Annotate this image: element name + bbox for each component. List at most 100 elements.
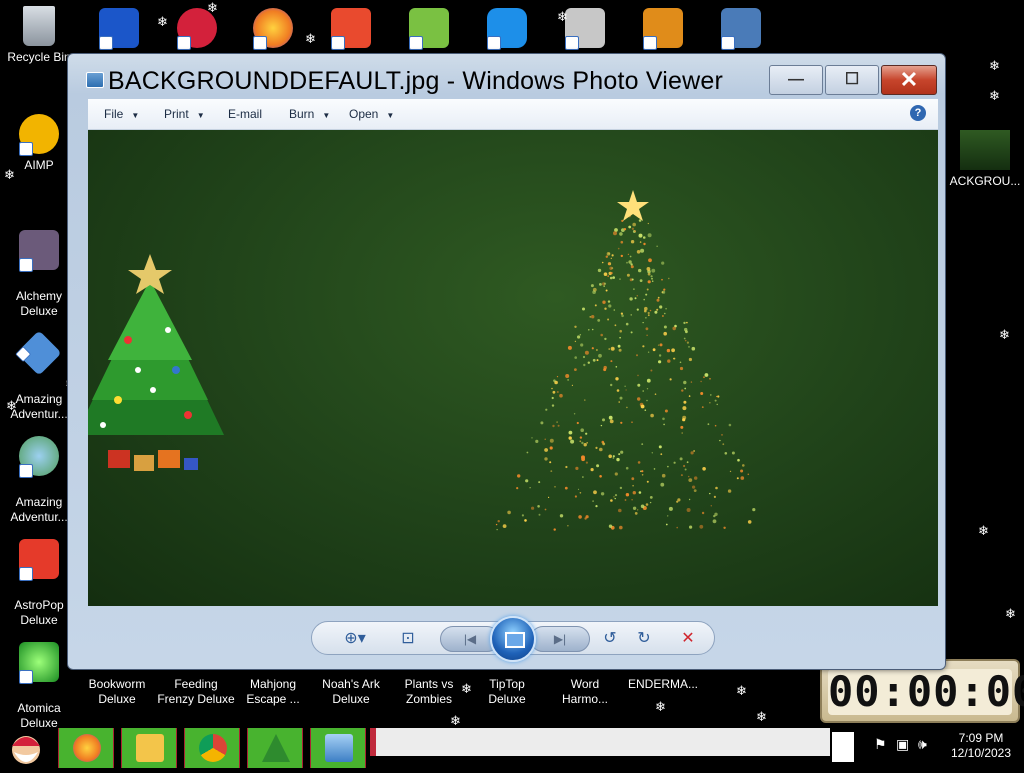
taskbar-chrome[interactable] bbox=[184, 728, 240, 768]
desktop-icon-top-4[interactable] bbox=[312, 8, 390, 52]
sparkle-dot bbox=[627, 253, 629, 255]
sparkle-dot bbox=[593, 490, 597, 495]
next-button[interactable]: ▶| bbox=[530, 626, 590, 652]
sparkle-dot bbox=[691, 346, 696, 351]
sparkle-dot bbox=[709, 402, 711, 404]
sparkle-dot bbox=[637, 397, 641, 401]
sparkle-dot bbox=[611, 254, 614, 257]
desktop-icon-feeding-frenzy-deluxe[interactable]: Feeding Frenzy Deluxe bbox=[156, 677, 236, 707]
sparkle-dot bbox=[682, 406, 687, 411]
taskbar-christmas-tree[interactable] bbox=[247, 728, 303, 768]
taskbar-file-explorer[interactable] bbox=[121, 728, 177, 768]
sparkle-dot bbox=[656, 245, 658, 247]
sparkle-dot bbox=[568, 436, 572, 440]
sparkle-dot bbox=[626, 261, 628, 264]
show-desktop-button[interactable] bbox=[832, 732, 854, 762]
taskbar-clock-date[interactable]: 12/10/2023 bbox=[946, 746, 1016, 760]
desktop-icon-enderman[interactable]: ENDERMA... bbox=[624, 677, 702, 692]
rotate-counterclockwise-button[interactable]: ↺ bbox=[598, 629, 622, 649]
desktop-icon-top-3[interactable] bbox=[234, 8, 312, 52]
sparkle-dot bbox=[620, 421, 623, 424]
sparkle-dot bbox=[649, 496, 653, 499]
taskbar-firefox[interactable] bbox=[58, 728, 114, 768]
menu-item-label: Burn bbox=[289, 107, 315, 121]
minimize-button[interactable]: — bbox=[769, 65, 823, 95]
fit-window-button[interactable]: ⊡ bbox=[396, 629, 420, 649]
sparkle-dot bbox=[731, 451, 735, 455]
sparkle-dot bbox=[595, 446, 598, 449]
sparkle-dot bbox=[634, 512, 638, 515]
menu-burn[interactable]: Burn ▼ bbox=[289, 107, 330, 121]
menu-email[interactable]: E-mail bbox=[228, 107, 262, 121]
taskbar-clock-time[interactable]: 7:09 PM bbox=[950, 731, 1012, 745]
help-icon[interactable]: ? bbox=[910, 105, 926, 121]
delete-button[interactable]: ✕ bbox=[676, 629, 700, 649]
sparkle-dot bbox=[544, 508, 547, 511]
sparkle-dot bbox=[632, 484, 634, 487]
close-button[interactable]: ✕ bbox=[881, 65, 937, 95]
desktop-icon-top-6[interactable] bbox=[468, 8, 546, 52]
sparkle-dot bbox=[603, 282, 607, 285]
zoom-button[interactable]: ⊕▾ bbox=[338, 629, 372, 649]
rotate-clockwise-button[interactable]: ↻ bbox=[632, 629, 656, 649]
volume-icon[interactable]: 🕪 bbox=[918, 736, 927, 753]
desktop-icon-plants-vs-zombies[interactable]: Plants vs Zombies bbox=[390, 677, 468, 707]
next-icon: ▶| bbox=[553, 632, 567, 646]
sparkle-dot bbox=[650, 275, 653, 278]
start-button[interactable] bbox=[4, 728, 48, 768]
desktop-icon-background-file[interactable]: ACKGROU... bbox=[946, 130, 1024, 189]
sparkle-dot bbox=[609, 419, 614, 424]
taskbar-search-box[interactable] bbox=[370, 728, 830, 756]
sparkle-dot bbox=[597, 319, 601, 322]
sparkle-dot bbox=[631, 227, 635, 230]
taskbar-photo-viewer[interactable] bbox=[310, 728, 366, 768]
sparkle-dot bbox=[607, 318, 610, 321]
sparkle-dot bbox=[538, 481, 541, 484]
sparkle-dot bbox=[737, 458, 740, 462]
desktop-icon-top-8[interactable] bbox=[624, 8, 702, 52]
photo-viewer-window[interactable]: BACKGROUNDDEFAULT.jpg - Windows Photo Vi… bbox=[67, 53, 946, 670]
sparkle-dot bbox=[549, 438, 554, 443]
image-display-area[interactable] bbox=[88, 130, 938, 606]
sparkle-dot bbox=[574, 495, 577, 498]
sparkle-dot bbox=[556, 391, 559, 393]
sparkle-dot bbox=[653, 468, 656, 470]
desktop-icon-tiptop-deluxe[interactable]: TipTop Deluxe bbox=[468, 677, 546, 707]
desktop-icon-word-harmony[interactable]: Word Harmo... bbox=[546, 677, 624, 707]
sparkle-dot bbox=[614, 324, 617, 327]
sparkle-dot bbox=[684, 339, 687, 342]
menu-file[interactable]: File ▼ bbox=[104, 107, 139, 121]
menu-open[interactable]: Open ▼ bbox=[349, 107, 394, 121]
desktop-icon-mahjong-escape[interactable]: Mahjong Escape ... bbox=[234, 677, 312, 707]
flag-icon[interactable]: ⚑ bbox=[874, 736, 887, 753]
sparkle-dot bbox=[591, 315, 595, 319]
sparkle-dot bbox=[636, 354, 638, 357]
desktop-icon-top-5[interactable] bbox=[390, 8, 468, 52]
christmas-tree-icon bbox=[262, 734, 290, 762]
sparkle-dot bbox=[716, 395, 718, 398]
desktop-icon-top-2[interactable] bbox=[158, 8, 236, 52]
desktop-icon-top-9[interactable] bbox=[702, 8, 780, 52]
network-icon[interactable]: ▣ bbox=[896, 736, 909, 753]
desktop-icon-top-1[interactable] bbox=[80, 8, 158, 52]
desktop-icon-noahs-ark-deluxe[interactable]: Noah's Ark Deluxe bbox=[312, 677, 390, 707]
sparkle-dot bbox=[651, 277, 653, 280]
sparkle-dot bbox=[667, 359, 671, 363]
sparkle-dot bbox=[574, 340, 577, 343]
sparkle-dot bbox=[699, 524, 704, 529]
sparkle-dot bbox=[610, 360, 613, 363]
maximize-button[interactable]: ☐ bbox=[825, 65, 879, 95]
menu-print[interactable]: Print ▼ bbox=[164, 107, 205, 121]
sparkle-dot bbox=[585, 515, 589, 519]
desktop-icon-label: ENDERMA... bbox=[627, 677, 698, 691]
sparkle-dot bbox=[630, 240, 635, 244]
alchemy-deluxe-icon bbox=[19, 230, 59, 272]
desktop-icon-bookworm-deluxe[interactable]: Bookworm Deluxe bbox=[78, 677, 156, 707]
window-titlebar[interactable]: BACKGROUNDDEFAULT.jpg - Windows Photo Vi… bbox=[68, 54, 945, 98]
sparkle-dot bbox=[610, 257, 612, 259]
sparkle-dot bbox=[631, 499, 633, 501]
slideshow-button[interactable] bbox=[490, 616, 536, 662]
snowflake-icon: ❄ bbox=[1005, 606, 1016, 621]
sparkle-dot bbox=[608, 304, 612, 308]
sparkle-dot bbox=[559, 514, 564, 518]
